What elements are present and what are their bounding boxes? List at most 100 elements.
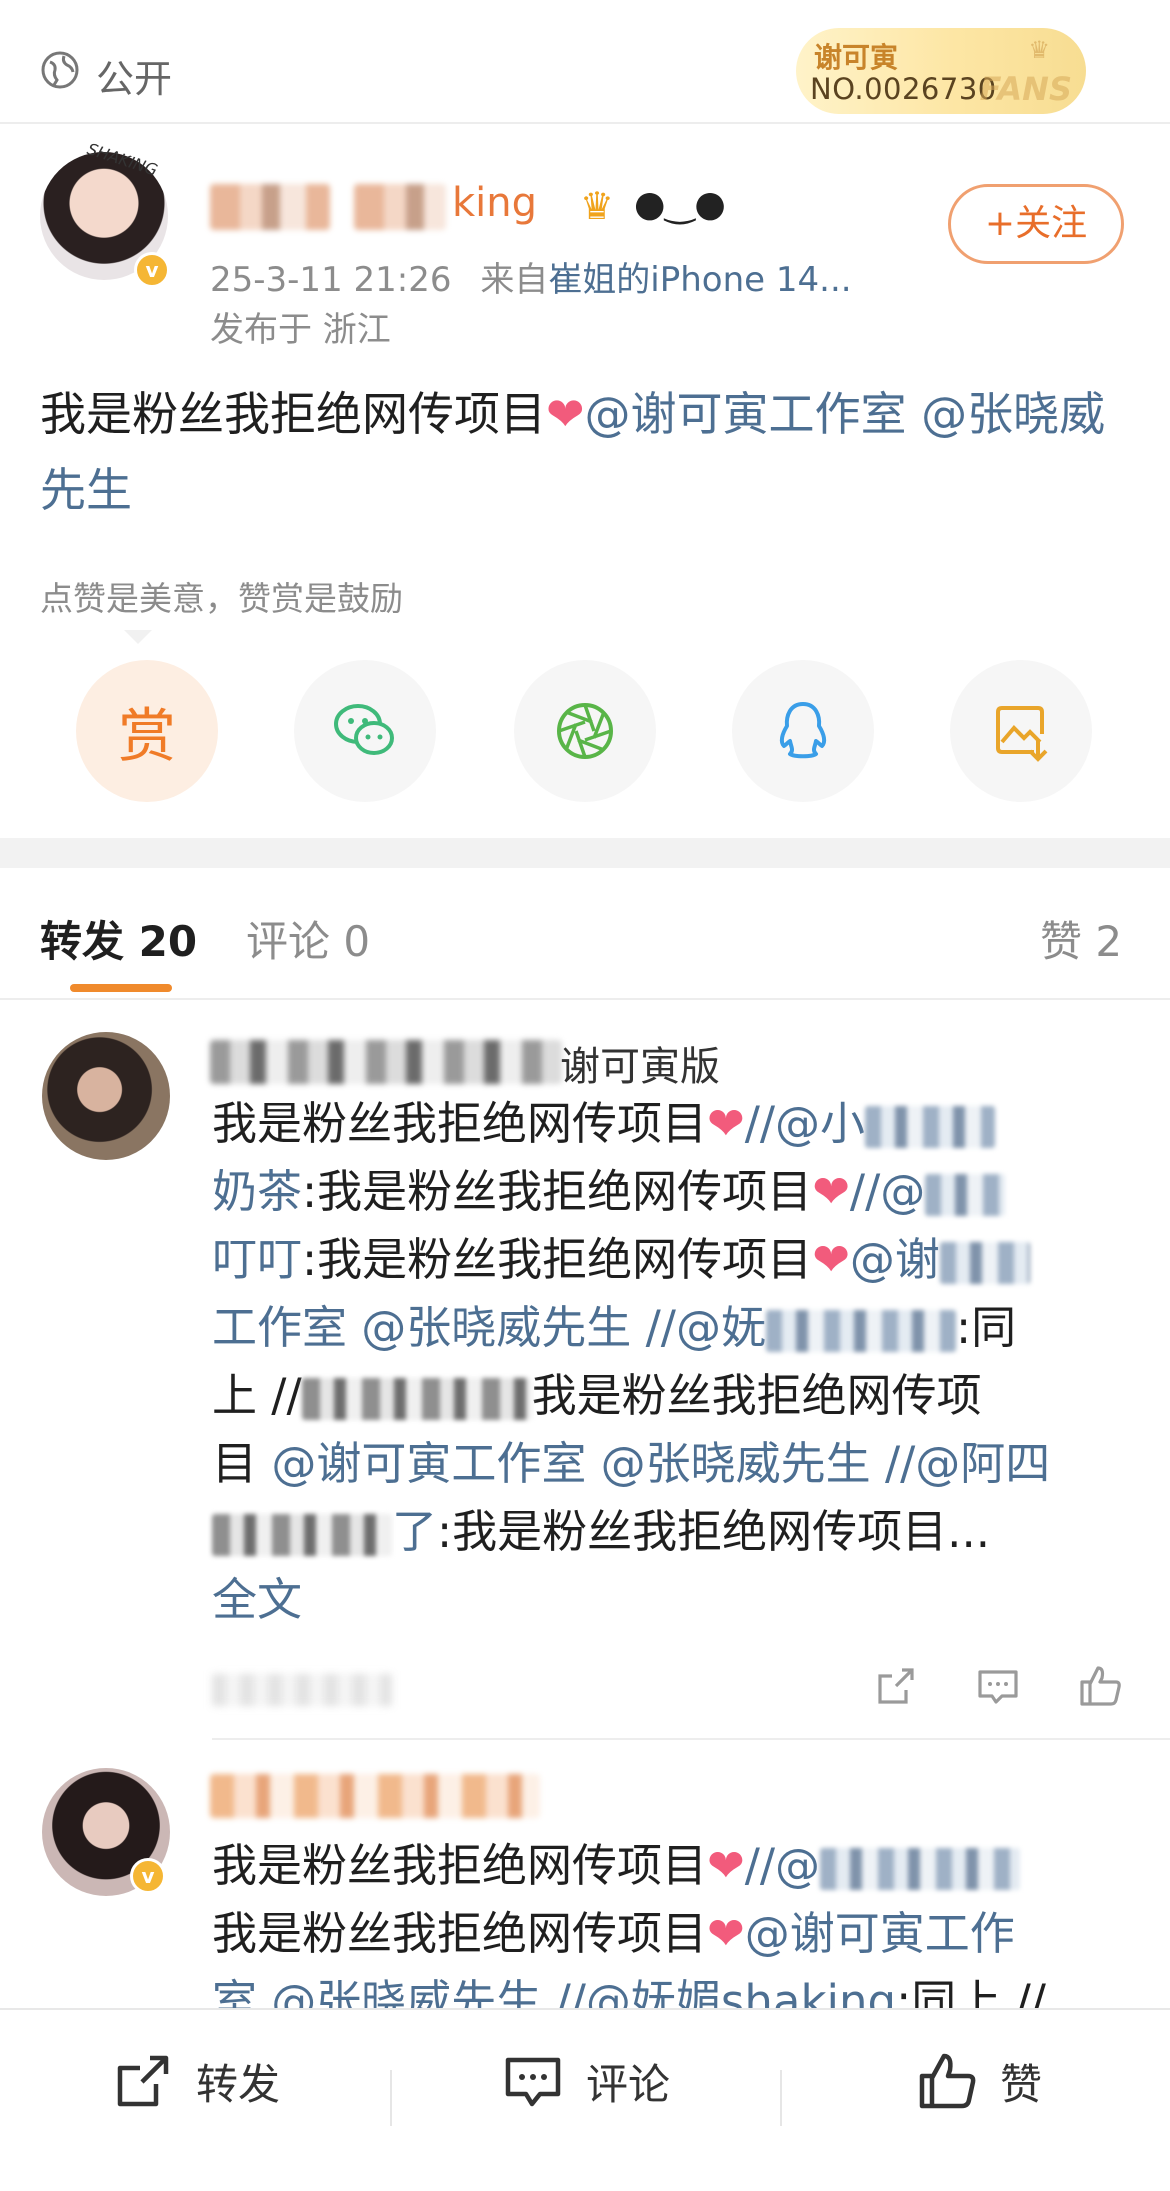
mention-link[interactable]: //@阿四	[885, 1437, 1050, 1490]
mention-link[interactable]: //@	[850, 1165, 925, 1218]
bottom-comment-button[interactable]: 评论	[502, 2050, 670, 2112]
repost-like-icon[interactable]	[1076, 1662, 1124, 1710]
fan-badge-label: FANS	[979, 70, 1072, 108]
full-text-link[interactable]: 全文	[212, 1573, 302, 1626]
mention-link[interactable]: //@	[745, 1839, 820, 1892]
repost-divider	[212, 1738, 1170, 1740]
redacted-text	[212, 1514, 392, 1556]
post-text-main: 我是粉丝我拒绝网传项目	[40, 387, 546, 441]
wechat-icon	[334, 704, 394, 755]
verified-badge: v	[130, 1858, 166, 1894]
repost-segment: 我是粉丝我拒绝网传项目	[212, 1907, 708, 1960]
repost-segment: :我是粉丝我拒绝网传项目	[302, 1165, 813, 1218]
crown-icon: ♛	[1028, 36, 1050, 64]
repost-segment: :我是粉丝我拒绝网传项目	[302, 1233, 813, 1286]
section-gap	[0, 838, 1170, 868]
heart-emoji-icon: ❤	[707, 1907, 745, 1960]
share-moments-button[interactable]	[514, 660, 656, 802]
repost-segment: 我是粉丝我拒绝网传项	[531, 1369, 982, 1422]
visibility-label: 公开	[96, 57, 173, 101]
repost-name-redacted	[210, 1774, 540, 1818]
post-source[interactable]: 崔姐的iPhone 14...	[548, 260, 851, 300]
repost-segment: 我是粉丝我拒绝网传项目	[212, 1097, 708, 1150]
repost-segment: 目	[212, 1437, 258, 1490]
share-qq-button[interactable]	[732, 660, 874, 802]
repost-segment: :我是粉丝我拒绝网传项目...	[437, 1505, 991, 1558]
repost-name-tail[interactable]: 谢可寅版	[560, 1034, 720, 1092]
bottom-comment-label: 评论	[586, 2059, 671, 2109]
tab-comment[interactable]: 评论 0	[246, 908, 370, 969]
repost-avatar[interactable]	[42, 1032, 170, 1160]
repost-icon	[117, 2055, 169, 2107]
verified-badge: v	[134, 252, 170, 288]
mention-link[interactable]: 奶茶	[212, 1165, 302, 1218]
mention-link[interactable]: @谢可寅工作室	[585, 387, 907, 441]
bottom-repost-label: 转发	[196, 2059, 281, 2109]
heart-emoji-icon: ❤	[812, 1233, 850, 1286]
post-text: 我是粉丝我拒绝网传项目❤@谢可寅工作室 @张晓威先生	[40, 376, 1130, 528]
follow-button[interactable]: +关注	[948, 184, 1124, 264]
redacted-text	[765, 1310, 956, 1352]
post-time: 25-3-11 21:26	[210, 260, 452, 300]
author-name-tail[interactable]: king	[452, 180, 537, 226]
post-location: 发布于 浙江	[210, 310, 391, 350]
mention-link[interactable]: //@妩	[646, 1301, 766, 1354]
post-from: 来自	[480, 260, 549, 300]
top-bar: 公开 谢可寅 ♛ NO.0026730 FANS	[0, 0, 1170, 124]
bottom-separator	[390, 2070, 392, 2126]
save-image-icon	[996, 706, 1048, 762]
qq-icon	[779, 702, 827, 759]
post-meta: 25-3-11 21:26 来自崔姐的iPhone 14...	[210, 252, 852, 301]
reward-tip: 点赞是美意，赞赏是鼓励	[40, 579, 403, 618]
mention-link[interactable]: @谢可寅工作室	[271, 1437, 586, 1490]
tip-notch	[124, 630, 152, 644]
heart-emoji-icon: ❤	[812, 1165, 850, 1218]
mention-link[interactable]: 了	[392, 1505, 437, 1558]
tab-like[interactable]: 赞 2	[1040, 908, 1122, 969]
repost-comment-icon[interactable]	[974, 1662, 1022, 1710]
vip-crown-icon: ♛	[580, 184, 615, 228]
fan-badge-name: 谢可寅	[814, 41, 899, 74]
globe-icon	[41, 51, 79, 89]
repost-segment: 我是粉丝我拒绝网传项目	[212, 1839, 708, 1892]
mention-link[interactable]: //@小	[745, 1097, 865, 1150]
heart-emoji-icon: ❤	[546, 387, 585, 441]
active-tab-indicator	[70, 984, 172, 992]
panda-icon: ●‿●	[634, 184, 726, 225]
share-wechat-button[interactable]	[294, 660, 436, 802]
mention-link[interactable]: @谢可寅工作	[745, 1907, 1015, 1960]
mention-link[interactable]: @谢	[850, 1233, 940, 1286]
like-icon	[919, 2053, 976, 2109]
heart-emoji-icon: ❤	[707, 1839, 745, 1892]
bottom-like-label: 赞	[1000, 2059, 1043, 2109]
repost-segment: 上 //	[212, 1369, 302, 1422]
fan-badge[interactable]: 谢可寅 ♛ NO.0026730 FANS	[796, 28, 1086, 114]
reward-button[interactable]: 赏	[76, 660, 218, 802]
moments-icon	[557, 703, 613, 759]
redacted-text	[820, 1848, 1021, 1890]
mention-link[interactable]: @张晓威先生	[601, 1437, 871, 1490]
mention-link[interactable]: 叮叮	[212, 1233, 302, 1286]
fan-badge-number: NO.0026730	[810, 72, 997, 106]
mention-link[interactable]: 工作室 @张晓威先生	[212, 1301, 631, 1354]
heart-emoji-icon: ❤	[707, 1097, 745, 1150]
repost-share-icon[interactable]	[872, 1662, 920, 1710]
repost-name-redacted	[210, 1040, 562, 1084]
redacted-text	[301, 1378, 532, 1420]
comment-icon	[505, 2057, 561, 2107]
author-name-redacted	[354, 184, 446, 230]
repost-time-redacted	[212, 1674, 392, 1706]
redacted-text	[865, 1106, 996, 1148]
redacted-text	[925, 1174, 1006, 1216]
bottom-separator	[780, 2070, 782, 2126]
tabs-divider	[0, 998, 1170, 1000]
bottom-repost-button[interactable]: 转发	[112, 2050, 280, 2112]
repost-text: 我是粉丝我拒绝网传项目❤//@小 奶茶:我是粉丝我拒绝网传项目❤//@ 叮叮:我…	[212, 1090, 1112, 1634]
author-name-redacted	[210, 184, 330, 230]
repost-text: 我是粉丝我拒绝网传项目❤//@ 我是粉丝我拒绝网传项目❤@谢可寅工作 室 @张晓…	[212, 1832, 1112, 2036]
save-image-button[interactable]	[950, 660, 1092, 802]
repost-segment: :同	[955, 1301, 1017, 1354]
redacted-text	[939, 1242, 1030, 1284]
tab-repost[interactable]: 转发 20	[40, 908, 197, 969]
bottom-like-button[interactable]: 赞	[916, 2050, 1042, 2112]
